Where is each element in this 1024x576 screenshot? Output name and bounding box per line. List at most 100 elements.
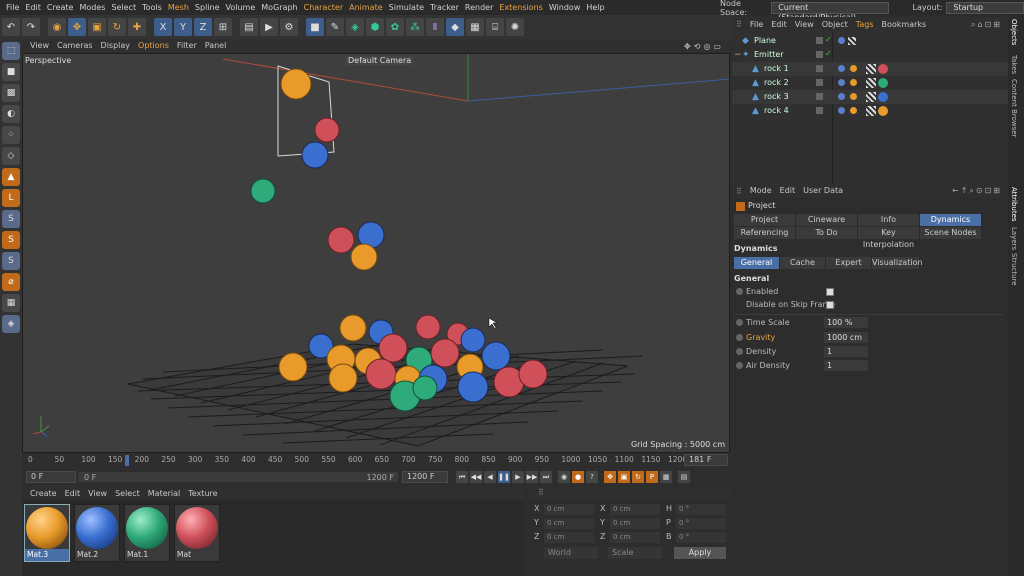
- record-icon[interactable]: ◉: [558, 471, 570, 483]
- material-menu-texture[interactable]: Texture: [188, 487, 217, 500]
- material-menu-select[interactable]: Select: [115, 487, 140, 500]
- key-rotation-icon[interactable]: ↻: [632, 471, 644, 483]
- autokey-icon[interactable]: ●: [572, 471, 584, 483]
- param-animate-dot[interactable]: [736, 348, 743, 355]
- scale-icon[interactable]: ▣: [88, 18, 106, 36]
- object-row-rock[interactable]: ▲ rock 4: [732, 104, 1008, 118]
- time-scale-field[interactable]: 100 %: [824, 317, 868, 328]
- subtab-general[interactable]: General: [734, 257, 780, 269]
- density-field[interactable]: 1: [824, 346, 868, 357]
- menu-edit[interactable]: Edit: [25, 0, 41, 15]
- phong-tag-icon[interactable]: [838, 65, 845, 72]
- material-menu-view[interactable]: View: [88, 487, 107, 500]
- attributes-menu-user-data[interactable]: User Data: [803, 184, 843, 198]
- menu-character[interactable]: Character: [304, 0, 344, 15]
- texture-tag-icon[interactable]: [866, 106, 876, 116]
- coord-field[interactable]: 0 cm: [610, 504, 660, 515]
- go-to-end-icon[interactable]: ⏭: [540, 471, 552, 483]
- material-tag-icon[interactable]: [878, 92, 888, 102]
- object-row-rock[interactable]: ▲ rock 1: [732, 62, 1008, 76]
- tab-to-do[interactable]: To Do: [796, 227, 858, 239]
- viewport-menu-panel[interactable]: Panel: [205, 39, 227, 53]
- param-animate-dot[interactable]: [736, 362, 743, 369]
- viewport-menu-display[interactable]: Display: [101, 39, 131, 53]
- sculpt-icon[interactable]: ◈: [2, 315, 20, 333]
- current-frame-field[interactable]: 181 F: [684, 454, 728, 466]
- side-tab-layers[interactable]: Layers: [1010, 227, 1018, 250]
- visibility-toggle[interactable]: [816, 107, 823, 114]
- visibility-toggle[interactable]: [816, 51, 823, 58]
- add-icon[interactable]: ✚: [128, 18, 146, 36]
- undo-icon[interactable]: ↶: [2, 18, 20, 36]
- attributes-menu-mode[interactable]: Mode: [750, 184, 772, 198]
- environment-icon[interactable]: ◆: [446, 18, 464, 36]
- disable-skip-frame-checkbox[interactable]: [826, 301, 834, 309]
- tab-scene-nodes[interactable]: Scene Nodes: [920, 227, 982, 239]
- dynamics-tag-icon[interactable]: [850, 107, 857, 114]
- prev-frame-icon[interactable]: ◀: [484, 471, 496, 483]
- redo-icon[interactable]: ↷: [22, 18, 40, 36]
- object-row-emitter[interactable]: − ✦ Emitter ✓: [732, 48, 1008, 62]
- texture-tag-icon[interactable]: [866, 64, 876, 74]
- menu-mograph[interactable]: MoGraph: [261, 0, 297, 15]
- key-pla-icon[interactable]: ▦: [660, 471, 672, 483]
- menu-select[interactable]: Select: [111, 0, 136, 15]
- scene-icon[interactable]: ▦: [466, 18, 484, 36]
- make-editable-icon[interactable]: ⬚: [2, 42, 20, 60]
- tag-icon[interactable]: [838, 37, 845, 44]
- gravity-field[interactable]: 1000 cm: [824, 332, 868, 343]
- grid-icon[interactable]: ▦: [2, 294, 20, 312]
- key-scale-icon[interactable]: ▣: [618, 471, 630, 483]
- attributes-nav-icons[interactable]: ←↑⌕⊙⊡⊞: [952, 186, 1002, 196]
- menu-simulate[interactable]: Simulate: [389, 0, 424, 15]
- attributes-menu-edit[interactable]: Edit: [780, 184, 796, 198]
- tab-dynamics[interactable]: Dynamics: [920, 214, 982, 226]
- y-axis-icon[interactable]: Y: [174, 18, 192, 36]
- timeline-window-icon[interactable]: ▤: [678, 471, 690, 483]
- menu-file[interactable]: File: [6, 0, 19, 15]
- subtab-visualization[interactable]: Visualization: [872, 257, 923, 269]
- point-mode-icon[interactable]: ⁘: [2, 126, 20, 144]
- coord-field[interactable]: 0 cm: [544, 504, 594, 515]
- material-tag-icon[interactable]: [878, 78, 888, 88]
- object-menu-object[interactable]: Object: [822, 17, 848, 32]
- param-animate-dot[interactable]: [736, 319, 743, 326]
- viewport-menu-cameras[interactable]: Cameras: [57, 39, 93, 53]
- material-tag-icon[interactable]: [878, 64, 888, 74]
- pen-icon[interactable]: ✎: [326, 18, 344, 36]
- polygon-mode-icon[interactable]: ▲: [2, 168, 20, 186]
- object-menu-file[interactable]: File: [750, 17, 763, 32]
- end-frame-field[interactable]: 1200 F: [402, 471, 448, 483]
- prev-key-icon[interactable]: ◀◀: [470, 471, 482, 483]
- texture-mode-icon[interactable]: ▩: [2, 84, 20, 102]
- coord-field[interactable]: 0 cm: [610, 518, 660, 529]
- material-swatch[interactable]: Mat: [174, 504, 220, 562]
- coord-system-icon[interactable]: ⊞: [214, 18, 232, 36]
- render-settings-icon[interactable]: ⚙: [280, 18, 298, 36]
- edge-mode-icon[interactable]: ◇: [2, 147, 20, 165]
- object-row-rock[interactable]: ▲ rock 3: [732, 90, 1008, 104]
- object-menu-bookmarks[interactable]: Bookmarks: [882, 17, 927, 32]
- lock-workplane-icon[interactable]: ⌀: [2, 273, 20, 291]
- key-position-icon[interactable]: ✥: [604, 471, 616, 483]
- coord-field[interactable]: 0 °: [676, 504, 726, 515]
- dynamics-tag-icon[interactable]: [850, 93, 857, 100]
- timeline-playhead[interactable]: [125, 455, 129, 466]
- deformer-icon[interactable]: ⁂: [406, 18, 424, 36]
- visibility-toggle[interactable]: [816, 79, 823, 86]
- start-frame-field[interactable]: 0 F: [26, 471, 76, 483]
- render-view-icon[interactable]: ▶: [260, 18, 278, 36]
- apply-button[interactable]: Apply: [674, 547, 726, 559]
- tab-project-settings[interactable]: Project Settings: [734, 214, 796, 236]
- menu-tracker[interactable]: Tracker: [430, 0, 459, 15]
- texture-tag-icon[interactable]: [848, 37, 856, 45]
- menu-mesh[interactable]: Mesh: [168, 0, 189, 15]
- next-key-icon[interactable]: ▶▶: [526, 471, 538, 483]
- 3d-viewport[interactable]: Perspective Default Camera Grid Spacing …: [22, 53, 730, 453]
- coord-size-dropdown[interactable]: Scale: [608, 547, 662, 559]
- model-mode-icon[interactable]: ■: [2, 63, 20, 81]
- menu-extensions[interactable]: Extensions: [499, 0, 542, 15]
- material-menu-create[interactable]: Create: [30, 487, 57, 500]
- coord-field[interactable]: 0 °: [676, 532, 726, 543]
- menu-spline[interactable]: Spline: [195, 0, 220, 15]
